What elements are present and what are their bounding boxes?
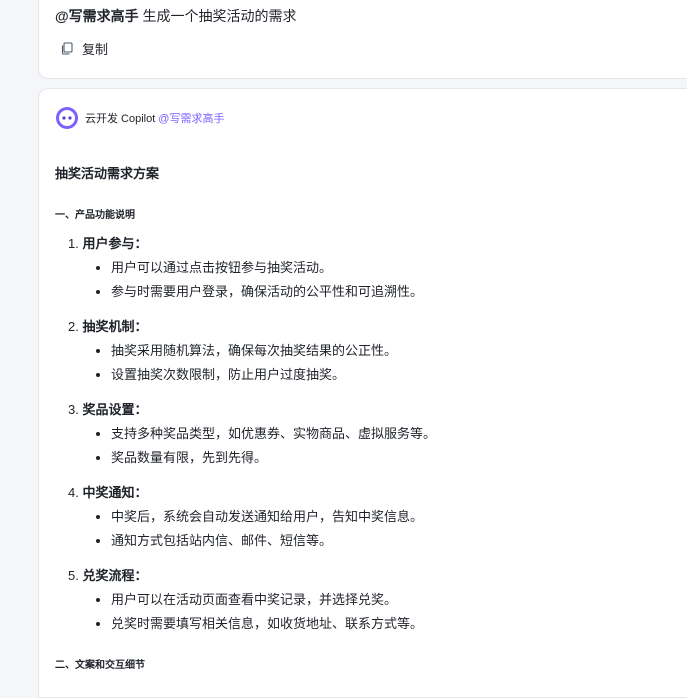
bullet-list: 用户可以在活动页面查看中奖记录，并选择兑奖。 兑奖时需要填写相关信息，如收货地址… — [68, 591, 436, 633]
bullet-item: 用户可以通过点击按钮参与抽奖活动。 — [68, 259, 436, 277]
list-item-heading: 5. 兑奖流程： — [68, 567, 436, 585]
bullet-list: 抽奖采用随机算法，确保每次抽奖结果的公正性。 设置抽奖次数限制，防止用户过度抽奖… — [68, 342, 436, 384]
list-item-heading: 4. 中奖通知： — [68, 484, 436, 502]
user-prompt: @写需求高手 生成一个抽奖活动的需求 — [55, 6, 297, 26]
bullet-item: 奖品数量有限，先到先得。 — [68, 449, 436, 467]
bullet-item: 兑奖时需要填写相关信息，如收货地址、联系方式等。 — [68, 615, 436, 633]
list-item-title: 兑奖流程： — [82, 568, 148, 583]
bullet-item: 中奖后，系统会自动发送通知给用户，告知中奖信息。 — [68, 508, 436, 526]
assistant-header: 云开发 Copilot @写需求高手 — [55, 106, 224, 130]
list-item-number: 2. — [68, 319, 79, 334]
copy-button[interactable]: 复制 — [61, 39, 108, 58]
list-item: 4. 中奖通知： 中奖后，系统会自动发送通知给用户，告知中奖信息。 通知方式包括… — [68, 484, 436, 567]
copy-label: 复制 — [82, 42, 109, 57]
copilot-avatar-icon — [56, 107, 78, 129]
prompt-text: 生成一个抽奖活动的需求 — [138, 8, 297, 24]
bot-mention: @写需求高手 — [158, 113, 225, 125]
bullet-list: 中奖后，系统会自动发送通知给用户，告知中奖信息。 通知方式包括站内信、邮件、短信… — [68, 508, 436, 550]
list-item-number: 3. — [68, 402, 79, 417]
list-item-title: 抽奖机制： — [82, 319, 148, 334]
list-item-number: 1. — [68, 236, 79, 251]
copy-icon — [61, 42, 73, 55]
bullet-item: 用户可以在活动页面查看中奖记录，并选择兑奖。 — [68, 591, 436, 609]
list-item-heading: 2. 抽奖机制： — [68, 318, 436, 336]
list-item-heading: 3. 奖品设置： — [68, 401, 436, 419]
list-item-title: 奖品设置： — [82, 402, 148, 417]
list-item: 3. 奖品设置： 支持多种奖品类型，如优惠券、实物商品、虚拟服务等。 奖品数量有… — [68, 401, 436, 484]
section-title-copy-interaction: 二、文案和交互细节 — [55, 660, 145, 671]
list-item-number: 4. — [68, 485, 79, 500]
user-message-card: @写需求高手 生成一个抽奖活动的需求 复制 — [38, 0, 687, 79]
bot-name: 云开发 Copilot — [85, 113, 156, 125]
feature-list: 1. 用户参与： 用户可以通过点击按钮参与抽奖活动。 参与时需要用户登录，确保活… — [68, 235, 436, 650]
bullet-item: 抽奖采用随机算法，确保每次抽奖结果的公正性。 — [68, 342, 436, 360]
bullet-item: 参与时需要用户登录，确保活动的公平性和可追溯性。 — [68, 283, 436, 301]
list-item: 2. 抽奖机制： 抽奖采用随机算法，确保每次抽奖结果的公正性。 设置抽奖次数限制… — [68, 318, 436, 401]
prompt-mention: @写需求高手 — [55, 8, 139, 24]
list-item-title: 用户参与： — [82, 236, 148, 251]
list-item-number: 5. — [68, 568, 79, 583]
assistant-message-card: 云开发 Copilot @写需求高手 抽奖活动需求方案 一、产品功能说明 1. … — [38, 88, 687, 698]
list-item: 5. 兑奖流程： 用户可以在活动页面查看中奖记录，并选择兑奖。 兑奖时需要填写相… — [68, 567, 436, 650]
bullet-list: 支持多种奖品类型，如优惠券、实物商品、虚拟服务等。 奖品数量有限，先到先得。 — [68, 425, 436, 467]
list-item-title: 中奖通知： — [82, 485, 148, 500]
bullet-item: 通知方式包括站内信、邮件、短信等。 — [68, 532, 436, 550]
bullet-item: 设置抽奖次数限制，防止用户过度抽奖。 — [68, 366, 436, 384]
bullet-list: 用户可以通过点击按钮参与抽奖活动。 参与时需要用户登录，确保活动的公平性和可追溯… — [68, 259, 436, 301]
bullet-item: 支持多种奖品类型，如优惠券、实物商品、虚拟服务等。 — [68, 425, 436, 443]
doc-title: 抽奖活动需求方案 — [55, 166, 160, 181]
list-item-heading: 1. 用户参与： — [68, 235, 436, 253]
list-item: 1. 用户参与： 用户可以通过点击按钮参与抽奖活动。 参与时需要用户登录，确保活… — [68, 235, 436, 318]
section-title-features: 一、产品功能说明 — [55, 210, 135, 221]
